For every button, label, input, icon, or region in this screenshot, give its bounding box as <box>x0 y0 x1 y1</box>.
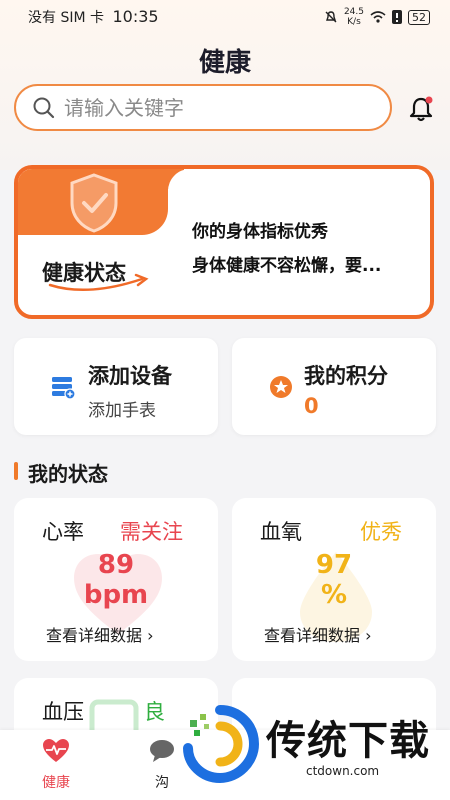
nav-health-label: 健康 <box>42 775 70 791</box>
heart-pulse-icon <box>43 739 69 762</box>
wifi-icon <box>370 11 386 23</box>
blood-oxygen-card[interactable]: 血氧 优秀 97 % 查看详细数据 › <box>232 498 436 661</box>
shield-check-icon <box>70 173 118 233</box>
heart-rate-details-link[interactable]: 查看详细数据 › <box>46 622 154 646</box>
blood-pressure-name: 血压 <box>42 700 84 724</box>
blood-oxygen-name: 血氧 <box>260 520 302 544</box>
section-accent-bar <box>14 462 18 480</box>
brand-url: ctdown.com <box>306 764 380 778</box>
health-message-1: 你的身体指标优秀 <box>192 222 328 242</box>
my-points-title: 我的积分 <box>304 364 388 388</box>
my-points-card[interactable]: 我的积分 0 <box>232 338 436 435</box>
swoosh-decoration <box>48 273 149 292</box>
carrier-label: 没有 SIM 卡 <box>28 10 104 26</box>
blood-oxygen-status: 优秀 <box>360 520 402 544</box>
heart-rate-status: 需关注 <box>120 520 183 544</box>
device-icon <box>52 377 76 400</box>
battery-indicator: 52 <box>408 9 430 25</box>
status-left: 没有 SIM 卡 10:35 <box>28 7 163 27</box>
brand-watermark: 传统下载 ctdown.com <box>180 700 450 800</box>
add-device-card[interactable]: 添加设备 添加手表 <box>14 338 218 435</box>
search-icon <box>33 97 55 118</box>
blood-oxygen-unit: % <box>320 580 348 610</box>
chat-icon <box>150 740 174 762</box>
search-bar[interactable] <box>14 84 392 131</box>
mute-icon <box>325 11 337 23</box>
clock: 10:35 <box>112 7 159 26</box>
star-coin-icon <box>270 376 292 398</box>
status-bar: 没有 SIM 卡 10:35 24.5 K/s 52 <box>0 0 450 34</box>
net-speed-unit: K/s <box>347 17 361 27</box>
heart-rate-unit: bpm <box>83 580 149 610</box>
brand-logo-icon <box>183 705 260 784</box>
add-device-title: 添加设备 <box>88 364 172 388</box>
health-status-card[interactable]: 健康状态 你的身体指标优秀 身体健康不容松懈，要... <box>14 165 434 319</box>
status-right: 24.5 K/s 52 <box>324 7 430 27</box>
health-message-2: 身体健康不容松懈，要... <box>192 256 382 276</box>
blood-oxygen-details-link[interactable]: 查看详细数据 › <box>264 622 372 646</box>
heart-rate-card[interactable]: 心率 需关注 89 bpm 查看详细数据 › <box>14 498 218 661</box>
brand-name: 传统下载 <box>266 718 430 764</box>
blood-oxygen-value: 97 <box>315 550 353 580</box>
page-title: 健康 <box>198 48 251 78</box>
heart-rate-name: 心率 <box>42 520 84 544</box>
section-title: 我的状态 <box>28 462 108 486</box>
add-device-subtitle: 添加手表 <box>88 401 156 421</box>
alert-icon <box>392 10 402 24</box>
blood-pressure-status: 良 <box>144 700 165 724</box>
net-speed-value: 24.5 <box>343 7 364 17</box>
points-value: 0 <box>304 394 319 418</box>
notification-bell-icon[interactable] <box>406 94 436 124</box>
nav-tab-health[interactable]: 健康 <box>26 738 86 792</box>
net-speed: 24.5 K/s <box>344 7 364 27</box>
search-input[interactable] <box>64 95 364 120</box>
heart-rate-value: 89 <box>97 550 135 580</box>
